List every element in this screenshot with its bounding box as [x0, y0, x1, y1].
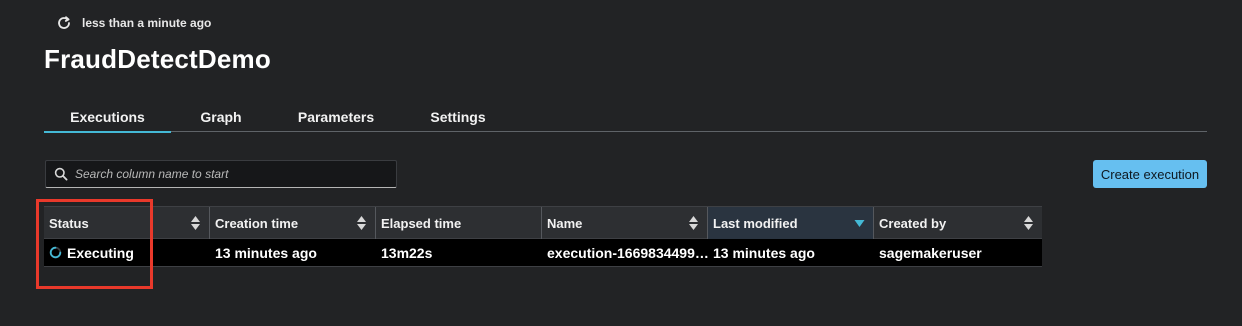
cell-name[interactable]: execution-1669834499… — [542, 239, 708, 266]
column-header-elapsed-time[interactable]: Elapsed time — [376, 207, 542, 239]
sort-descending-icon — [854, 215, 865, 231]
column-header-label: Creation time — [215, 215, 299, 231]
tab-graph[interactable]: Graph — [171, 104, 271, 132]
tab-executions[interactable]: Executions — [44, 104, 171, 133]
table-row[interactable]: Executing 13 minutes ago 13m22s executio… — [44, 239, 1042, 267]
column-header-creation-time[interactable]: Creation time — [210, 207, 376, 239]
cell-last-modified: 13 minutes ago — [713, 244, 815, 261]
sort-icon — [688, 215, 699, 231]
column-header-created-by[interactable]: Created by — [874, 207, 1042, 239]
refresh-icon[interactable] — [55, 14, 73, 32]
tab-settings[interactable]: Settings — [401, 104, 515, 132]
sort-icon — [190, 215, 201, 231]
last-refreshed-text: less than a minute ago — [82, 16, 212, 30]
spinner-icon — [49, 246, 62, 259]
cell-created-by: sagemakeruser — [879, 244, 982, 261]
column-header-status[interactable]: Status — [44, 207, 210, 239]
cell-status: Executing — [44, 239, 210, 266]
refresh-row: less than a minute ago — [55, 13, 211, 33]
cell-creation-time: 13 minutes ago — [215, 244, 317, 261]
column-header-label: Created by — [879, 215, 947, 231]
status-text: Executing — [67, 244, 134, 261]
search-icon — [54, 167, 68, 181]
pipeline-page: less than a minute ago FraudDetectDemo E… — [0, 0, 1242, 326]
tab-bar: Executions Graph Parameters Settings — [44, 104, 1207, 133]
table-header: Status Creation time Elapsed time Name L… — [44, 206, 1042, 239]
column-header-name[interactable]: Name — [542, 207, 708, 239]
sort-icon — [356, 215, 367, 231]
column-header-label: Name — [547, 215, 583, 231]
search-input[interactable] — [75, 167, 396, 181]
column-header-label: Last modified — [713, 215, 798, 231]
sort-icon — [1023, 215, 1034, 231]
column-header-label: Status — [49, 215, 89, 231]
cell-elapsed-time: 13m22s — [381, 244, 433, 261]
search-box — [45, 160, 397, 188]
tab-parameters[interactable]: Parameters — [271, 104, 401, 132]
column-header-label: Elapsed time — [381, 215, 462, 231]
table-body: Executing 13 minutes ago 13m22s executio… — [44, 239, 1042, 267]
create-execution-button[interactable]: Create execution — [1093, 160, 1207, 188]
column-header-last-modified[interactable]: Last modified — [708, 207, 874, 239]
page-title: FraudDetectDemo — [44, 44, 271, 74]
executions-table: Status Creation time Elapsed time Name L… — [44, 206, 1042, 267]
